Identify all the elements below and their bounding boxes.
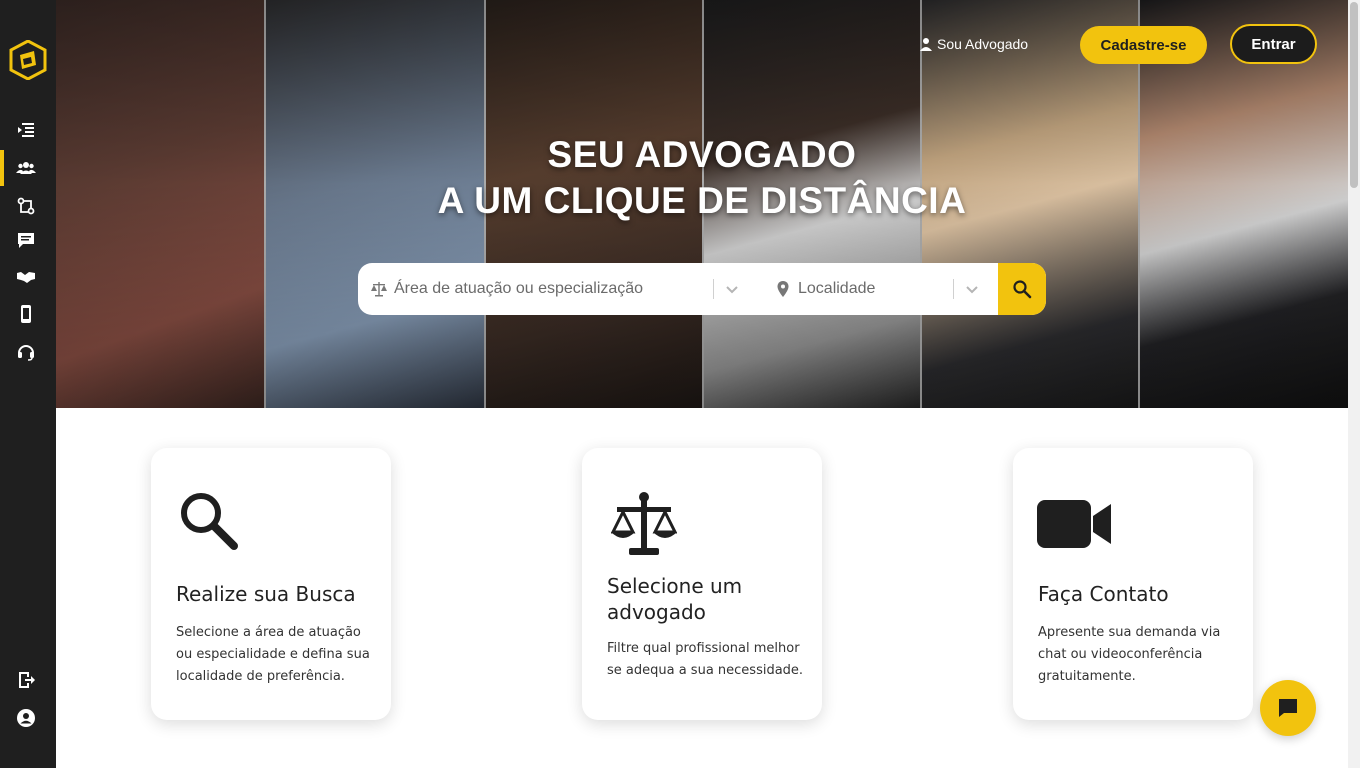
card-text: Selecione a área de atuação ou especiali… [176,625,370,684]
route-icon[interactable] [14,194,38,218]
search-bar: Área de atuação ou especialização Locali… [358,263,1046,315]
hero-title-line1: SEU ADVOGADO [547,134,857,175]
users-icon[interactable] [14,156,38,180]
logo[interactable] [9,39,47,81]
divider [713,279,714,299]
lawyer-link[interactable]: Sou Advogado [919,36,1028,52]
lawyer-icon [920,38,932,51]
location-select[interactable]: Localidade [774,263,954,315]
search-button[interactable] [998,263,1046,315]
sidebar [0,0,56,768]
step-card: Selecione um advogado Filtre qual profis… [582,448,822,720]
map-pin-icon [777,281,789,297]
active-indicator [0,150,4,186]
lawyer-link-label: Sou Advogado [937,36,1029,52]
handshake-icon[interactable] [14,264,38,288]
exit-icon[interactable] [14,668,38,692]
magnifier-icon [176,490,240,558]
how-it-works-section: Realize sua Busca Selecione a área de at… [56,408,1348,768]
hero-title-line2: A UM CLIQUE DE DISTÂNCIA [437,180,967,221]
card-title: Realize sua Busca [176,582,356,606]
chat-bubble-icon [1279,699,1297,717]
card-text: Apresente sua demanda via chat ou videoc… [1038,625,1221,684]
scrollbar-thumb[interactable] [1350,2,1358,188]
card-title: Selecione um advogado [607,574,743,624]
scales-icon [371,282,387,297]
card-title: Faça Contato [1038,582,1169,606]
chevron-down-icon[interactable] [964,281,980,297]
area-placeholder: Área de atuação ou especialização [394,280,644,297]
divider [953,279,954,299]
location-placeholder: Localidade [798,280,876,297]
signup-button[interactable]: Cadastre-se [1080,26,1207,64]
login-button[interactable]: Entrar [1230,24,1317,64]
menu-icon[interactable] [14,118,38,142]
message-icon[interactable] [14,228,38,252]
video-camera-icon [1037,500,1113,552]
user-circle-icon[interactable] [14,706,38,730]
chevron-down-icon[interactable] [724,281,740,297]
area-select[interactable]: Área de atuação ou especialização [370,263,710,315]
scales-icon [610,490,678,562]
headset-icon[interactable] [14,340,38,364]
chat-button[interactable] [1260,680,1316,736]
step-card: Realize sua Busca Selecione a área de at… [151,448,391,720]
card-text: Filtre qual profissional melhor se adequ… [607,641,804,678]
mobile-icon[interactable] [14,302,38,326]
step-card: Faça Contato Apresente sua demanda via c… [1013,448,1253,720]
search-icon [1013,280,1032,299]
